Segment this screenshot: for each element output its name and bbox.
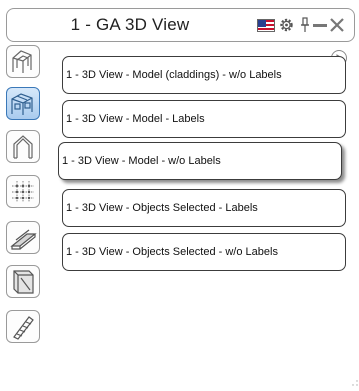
flag-icon[interactable] bbox=[257, 19, 275, 32]
view-item-label: 1 - 3D View - Objects Selected - Labels bbox=[66, 202, 258, 214]
gear-icon[interactable] bbox=[278, 17, 295, 33]
beam-section-tool[interactable] bbox=[6, 221, 40, 254]
resize-grip-icon[interactable] bbox=[352, 380, 358, 386]
grid-icon bbox=[12, 181, 34, 202]
3d-frame-tool[interactable] bbox=[6, 45, 40, 78]
panel-title: 1 - GA 3D View bbox=[70, 15, 190, 34]
stair-icon bbox=[13, 316, 34, 340]
view-item-label: 1 - 3D View - Model (claddings) - w/o La… bbox=[66, 69, 282, 81]
view-item-objects-selected-wo-labels[interactable]: 1 - 3D View - Objects Selected - w/o Lab… bbox=[62, 233, 346, 271]
view-item-objects-selected-labels[interactable]: 1 - 3D View - Objects Selected - Labels bbox=[62, 189, 346, 227]
gable-frame-icon bbox=[13, 135, 33, 159]
stair-tool[interactable] bbox=[6, 310, 40, 343]
3d-frame-icon bbox=[12, 50, 32, 73]
gable-frame-tool[interactable] bbox=[6, 130, 40, 163]
view-item-model-labels[interactable]: 1 - 3D View - Model - Labels bbox=[62, 100, 346, 138]
view-item-label: 1 - 3D View - Objects Selected - w/o Lab… bbox=[66, 246, 278, 258]
3d-views-tool[interactable] bbox=[6, 87, 40, 120]
beam-section-icon bbox=[10, 229, 37, 250]
view-item-label: 1 - 3D View - Model - Labels bbox=[66, 113, 205, 125]
view-item-label: 1 - 3D View - Model - w/o Labels bbox=[62, 155, 221, 167]
panel-header: 1 - GA 3D View bbox=[6, 8, 355, 42]
view-item-model-claddings-wo-labels[interactable]: 1 - 3D View - Model (claddings) - w/o La… bbox=[62, 56, 346, 94]
column-tool[interactable] bbox=[6, 265, 40, 298]
pin-icon[interactable] bbox=[300, 17, 310, 33]
ga-3d-view-panel: 1 - GA 3D View 1 - 3D View - Model (clad… bbox=[0, 0, 359, 391]
close-icon[interactable] bbox=[329, 17, 345, 33]
column-icon bbox=[13, 270, 34, 294]
view-item-model-wo-labels[interactable]: 1 - 3D View - Model - w/o Labels bbox=[58, 142, 342, 180]
grid-tool[interactable] bbox=[6, 175, 40, 208]
3d-views-icon bbox=[11, 93, 33, 115]
minimize-icon[interactable] bbox=[312, 17, 328, 33]
